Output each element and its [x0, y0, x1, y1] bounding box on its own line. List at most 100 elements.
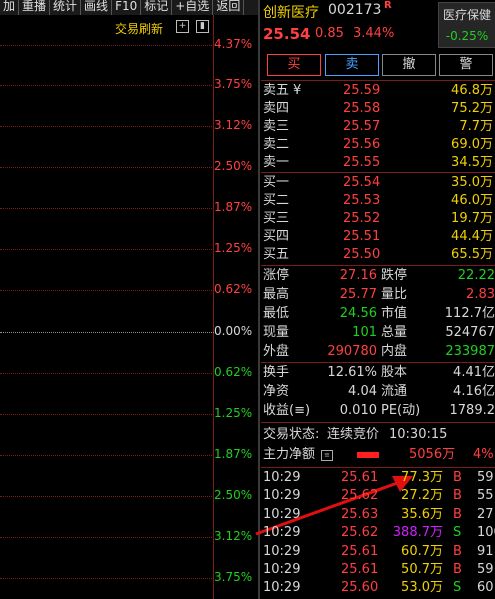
trade-refresh-label[interactable]: 交易刷新	[115, 20, 163, 37]
ask-price[interactable]: 25.56	[343, 136, 380, 154]
tick-time: 10:29	[263, 562, 301, 577]
tick-side: S	[453, 525, 462, 541]
bid-row-1: 买一 25.54 35.0万	[261, 174, 495, 192]
toolbar-button-add[interactable]: 加	[0, 0, 20, 15]
bid-volume: 19.7万	[451, 211, 493, 226]
bid-price[interactable]: 25.50	[343, 246, 380, 264]
ask-volume: 69.0万	[451, 137, 493, 152]
trade-status-label: 交易状态:	[263, 427, 320, 442]
tick-row: 10:29 25.63 35.6万 B 27	[261, 506, 495, 524]
stat-label: 最高	[263, 287, 290, 302]
ask-level-label: 卖二	[263, 137, 290, 152]
currency-mark: ¥	[293, 83, 302, 98]
percent-tick-label: 3.75%	[214, 77, 253, 91]
ask-level-label: 卖四	[263, 101, 290, 116]
detail-list-icon[interactable]: ≡	[321, 450, 333, 461]
percent-tick-label: 3.12%	[214, 529, 253, 543]
tick-time: 10:29	[263, 580, 301, 596]
toolbar-button-f10[interactable]: F10	[112, 0, 142, 15]
divider	[261, 362, 495, 363]
main-flow-pct: 4%	[473, 447, 494, 462]
tick-row: 10:29 25.61 60.7万 B 91	[261, 543, 495, 561]
stat-row: 收益(≡) 0.010 PE(动) 1789.2	[261, 402, 495, 420]
chart-gridline	[0, 290, 214, 291]
stat-label: 量比	[381, 287, 408, 302]
sector-pct: -0.25%	[445, 29, 489, 43]
bid-level-label: 买一	[263, 175, 290, 190]
percent-tick-label: 1.25%	[214, 241, 253, 255]
tick-count: 91	[477, 543, 494, 559]
current-price: 25.54	[263, 25, 311, 43]
toggle-panel-icon[interactable]: ▮	[196, 20, 209, 33]
bid-volume: 35.0万	[451, 175, 493, 190]
stat-label: 股本	[381, 365, 408, 380]
ask-level-label: 卖五	[263, 83, 290, 98]
trade-status-time: 10:30:15	[389, 427, 448, 442]
stat-row: 最高 25.77 量比 2.83	[261, 286, 495, 304]
percent-tick-label: 0.62%	[214, 282, 253, 296]
bid-row-5: 买五 25.50 65.5万	[261, 246, 495, 264]
tick-count: 55	[477, 488, 494, 504]
tick-side: B	[453, 506, 462, 522]
ask-volume: 75.2万	[451, 101, 493, 116]
chart-gridline	[0, 85, 214, 86]
ask-volume: 7.7万	[459, 119, 493, 134]
ask-price[interactable]: 25.58	[343, 100, 380, 118]
stat-value: 112.7亿	[444, 306, 495, 321]
sector-box[interactable]: 医疗保健 -0.25%	[438, 2, 495, 48]
ask-price[interactable]: 25.59	[343, 82, 380, 100]
toolbar-button-draw[interactable]: 画线	[81, 0, 113, 15]
bid-level-label: 买五	[263, 247, 290, 262]
stat-value: 2.83	[466, 287, 495, 302]
ask-price[interactable]: 25.55	[343, 154, 380, 172]
toolbar-button-mark[interactable]: 标记	[141, 0, 173, 15]
sector-name: 医疗保健	[442, 8, 491, 22]
bid-price[interactable]: 25.54	[343, 174, 380, 192]
sell-button[interactable]: 卖	[325, 54, 379, 76]
quote-panel: 创新医疗 002173 R 25.54 0.85 3.44% 医疗保健 -0.2…	[261, 0, 495, 599]
bid-price[interactable]: 25.51	[343, 228, 380, 246]
cancel-order-button[interactable]: 撤	[382, 54, 436, 76]
ask-price[interactable]: 25.57	[343, 118, 380, 136]
bid-volume: 44.4万	[451, 229, 493, 244]
chart-gridline	[0, 208, 214, 209]
chart-toolbar: 加 重播 统计 画线 F10 标记 +自选 返回	[0, 0, 258, 15]
percent-tick-label: 3.75%	[214, 570, 253, 584]
bid-price[interactable]: 25.52	[343, 210, 380, 228]
alert-button[interactable]: 警	[439, 54, 493, 76]
toolbar-button-watchlist[interactable]: +自选	[172, 0, 214, 15]
stat-value: 4.16亿	[453, 384, 495, 399]
chart-gridline	[0, 414, 214, 415]
tick-row: 10:29 25.62 27.2万 B 55	[261, 487, 495, 505]
toolbar-button-stats[interactable]: 统计	[50, 0, 82, 15]
stat-label: PE(动)	[381, 403, 421, 418]
tick-volume: 53.0万	[401, 580, 443, 596]
intraday-chart[interactable]	[0, 15, 258, 599]
zoom-in-icon[interactable]: +	[176, 20, 189, 33]
ask-row-2: 卖四 25.58 75.2万	[261, 100, 495, 118]
tick-row: 10:29 25.60 53.0万 S 60	[261, 579, 495, 597]
stat-label: 市值	[381, 306, 408, 321]
price-change: 0.85	[315, 26, 344, 41]
stat-row: 现量 101 总量 524767	[261, 324, 495, 342]
bid-volume: 46.0万	[451, 193, 493, 208]
tick-volume: 35.6万	[401, 506, 443, 522]
tick-side: B	[453, 470, 462, 485]
toolbar-button-replay[interactable]: 重播	[19, 0, 51, 15]
stat-row: 涨停 27.16 跌停 22.22	[261, 267, 495, 285]
divider	[261, 172, 495, 173]
buy-button[interactable]: 买	[267, 54, 321, 76]
stat-label: 涨停	[263, 268, 290, 283]
stat-row: 净资 4.04 流通 4.16亿	[261, 383, 495, 401]
tick-side: B	[453, 543, 462, 559]
stock-flag: R	[384, 0, 392, 11]
bid-price[interactable]: 25.53	[343, 192, 380, 210]
stat-value: 12.61%	[327, 365, 377, 380]
tick-time: 10:29	[263, 543, 301, 559]
bid-row-3: 买三 25.52 19.7万	[261, 210, 495, 228]
tick-volume: 60.7万	[401, 543, 443, 559]
bid-level-label: 买四	[263, 229, 290, 244]
flow-bar	[357, 452, 379, 458]
toolbar-button-back[interactable]: 返回	[213, 0, 245, 15]
divider	[261, 422, 495, 423]
